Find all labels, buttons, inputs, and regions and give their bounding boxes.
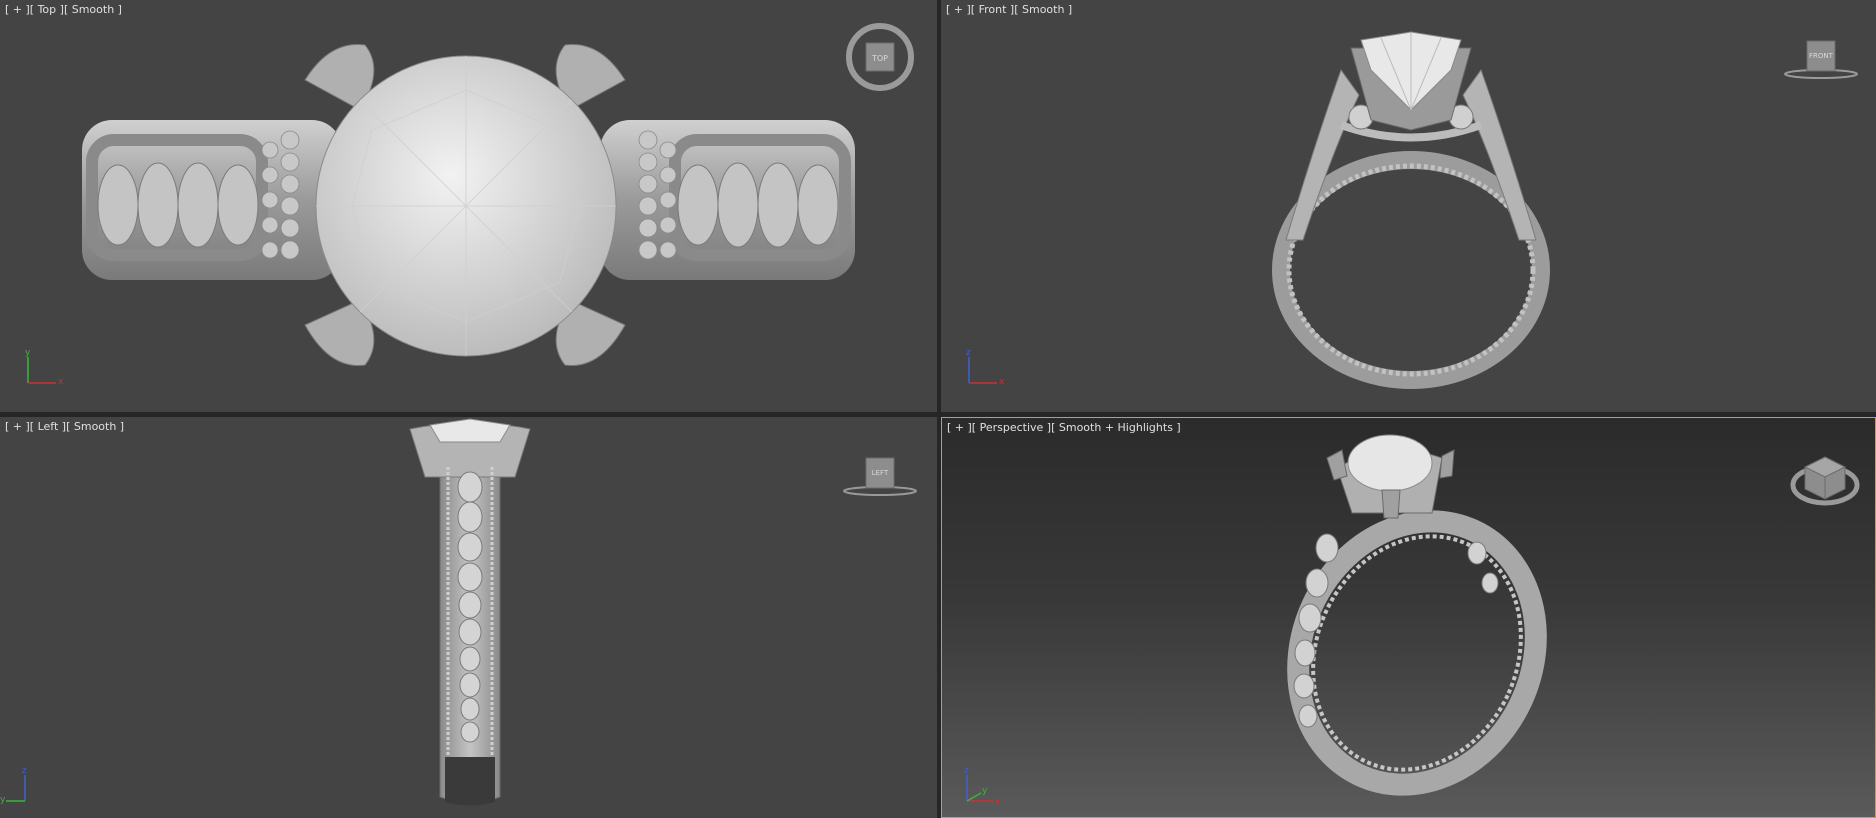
viewport-menu-perspective[interactable]: [ + ]: [947, 421, 972, 434]
ring-model-perspective[interactable]: [942, 418, 1875, 817]
viewport-front[interactable]: [ + ] [ Front ] [ Smooth ] FRONT z x: [941, 0, 1876, 412]
viewport-label-perspective: [ + ] [ Perspective ] [ Smooth + Highlig…: [947, 421, 1181, 434]
axis-label-h: y: [0, 795, 6, 805]
viewport-view-perspective[interactable]: [ Perspective ]: [972, 421, 1051, 434]
viewport-left[interactable]: [ + ] [ Left ] [ Smooth ] LEFT z y: [0, 417, 937, 818]
viewport-menu-left[interactable]: [ + ]: [5, 420, 30, 433]
axis-label-d: y: [982, 786, 988, 796]
viewport-label-top: [ + ] [ Top ] [ Smooth ]: [5, 3, 122, 16]
viewcube-label: FRONT: [1809, 52, 1834, 60]
viewcube-icon[interactable]: FRONT: [1781, 38, 1861, 83]
axis-tripod-icon: z y: [0, 766, 27, 805]
viewport-view-left[interactable]: [ Left ]: [30, 420, 66, 433]
ring-model-top[interactable]: [0, 0, 937, 412]
axis-label-h: x: [995, 797, 1001, 807]
viewcube-label: TOP: [871, 54, 888, 63]
viewport-perspective[interactable]: [ + ] [ Perspective ] [ Smooth + Highlig…: [941, 417, 1876, 818]
viewport-view-front[interactable]: [ Front ]: [971, 3, 1014, 16]
viewport-menu-top[interactable]: [ + ]: [5, 3, 30, 16]
viewport-shading-perspective[interactable]: [ Smooth + Highlights ]: [1051, 421, 1181, 434]
viewport-shading-left[interactable]: [ Smooth ]: [66, 420, 124, 433]
viewcube-icon[interactable]: [1787, 443, 1867, 513]
axis-tripod-icon: z x: [966, 348, 1005, 387]
viewport-label-front: [ + ] [ Front ] [ Smooth ]: [946, 3, 1072, 16]
viewport-view-top[interactable]: [ Top ]: [30, 3, 64, 16]
viewport-shading-front[interactable]: [ Smooth ]: [1014, 3, 1072, 16]
axis-tripod-icon: y x: [25, 348, 64, 387]
axis-label-h: x: [999, 377, 1005, 387]
ring-model-front[interactable]: [941, 0, 1876, 412]
viewcube-label: LEFT: [872, 469, 889, 477]
viewport-label-left: [ + ] [ Left ] [ Smooth ]: [5, 420, 124, 433]
ring-model-left[interactable]: [0, 417, 937, 818]
viewport-menu-front[interactable]: [ + ]: [946, 3, 971, 16]
axis-label-h: x: [58, 377, 64, 387]
axis-label-v: z: [966, 348, 971, 358]
axis-tripod-icon: z x y: [964, 766, 1001, 807]
axis-label-v: z: [964, 766, 969, 776]
viewcube-icon[interactable]: TOP: [845, 20, 915, 95]
viewport-top[interactable]: [ + ] [ Top ] [ Smooth ] TOP y x: [0, 0, 937, 412]
viewport-shading-top[interactable]: [ Smooth ]: [64, 3, 122, 16]
axis-label-v: y: [25, 348, 31, 358]
axis-label-v: z: [22, 766, 27, 776]
viewcube-icon[interactable]: LEFT: [840, 455, 920, 500]
